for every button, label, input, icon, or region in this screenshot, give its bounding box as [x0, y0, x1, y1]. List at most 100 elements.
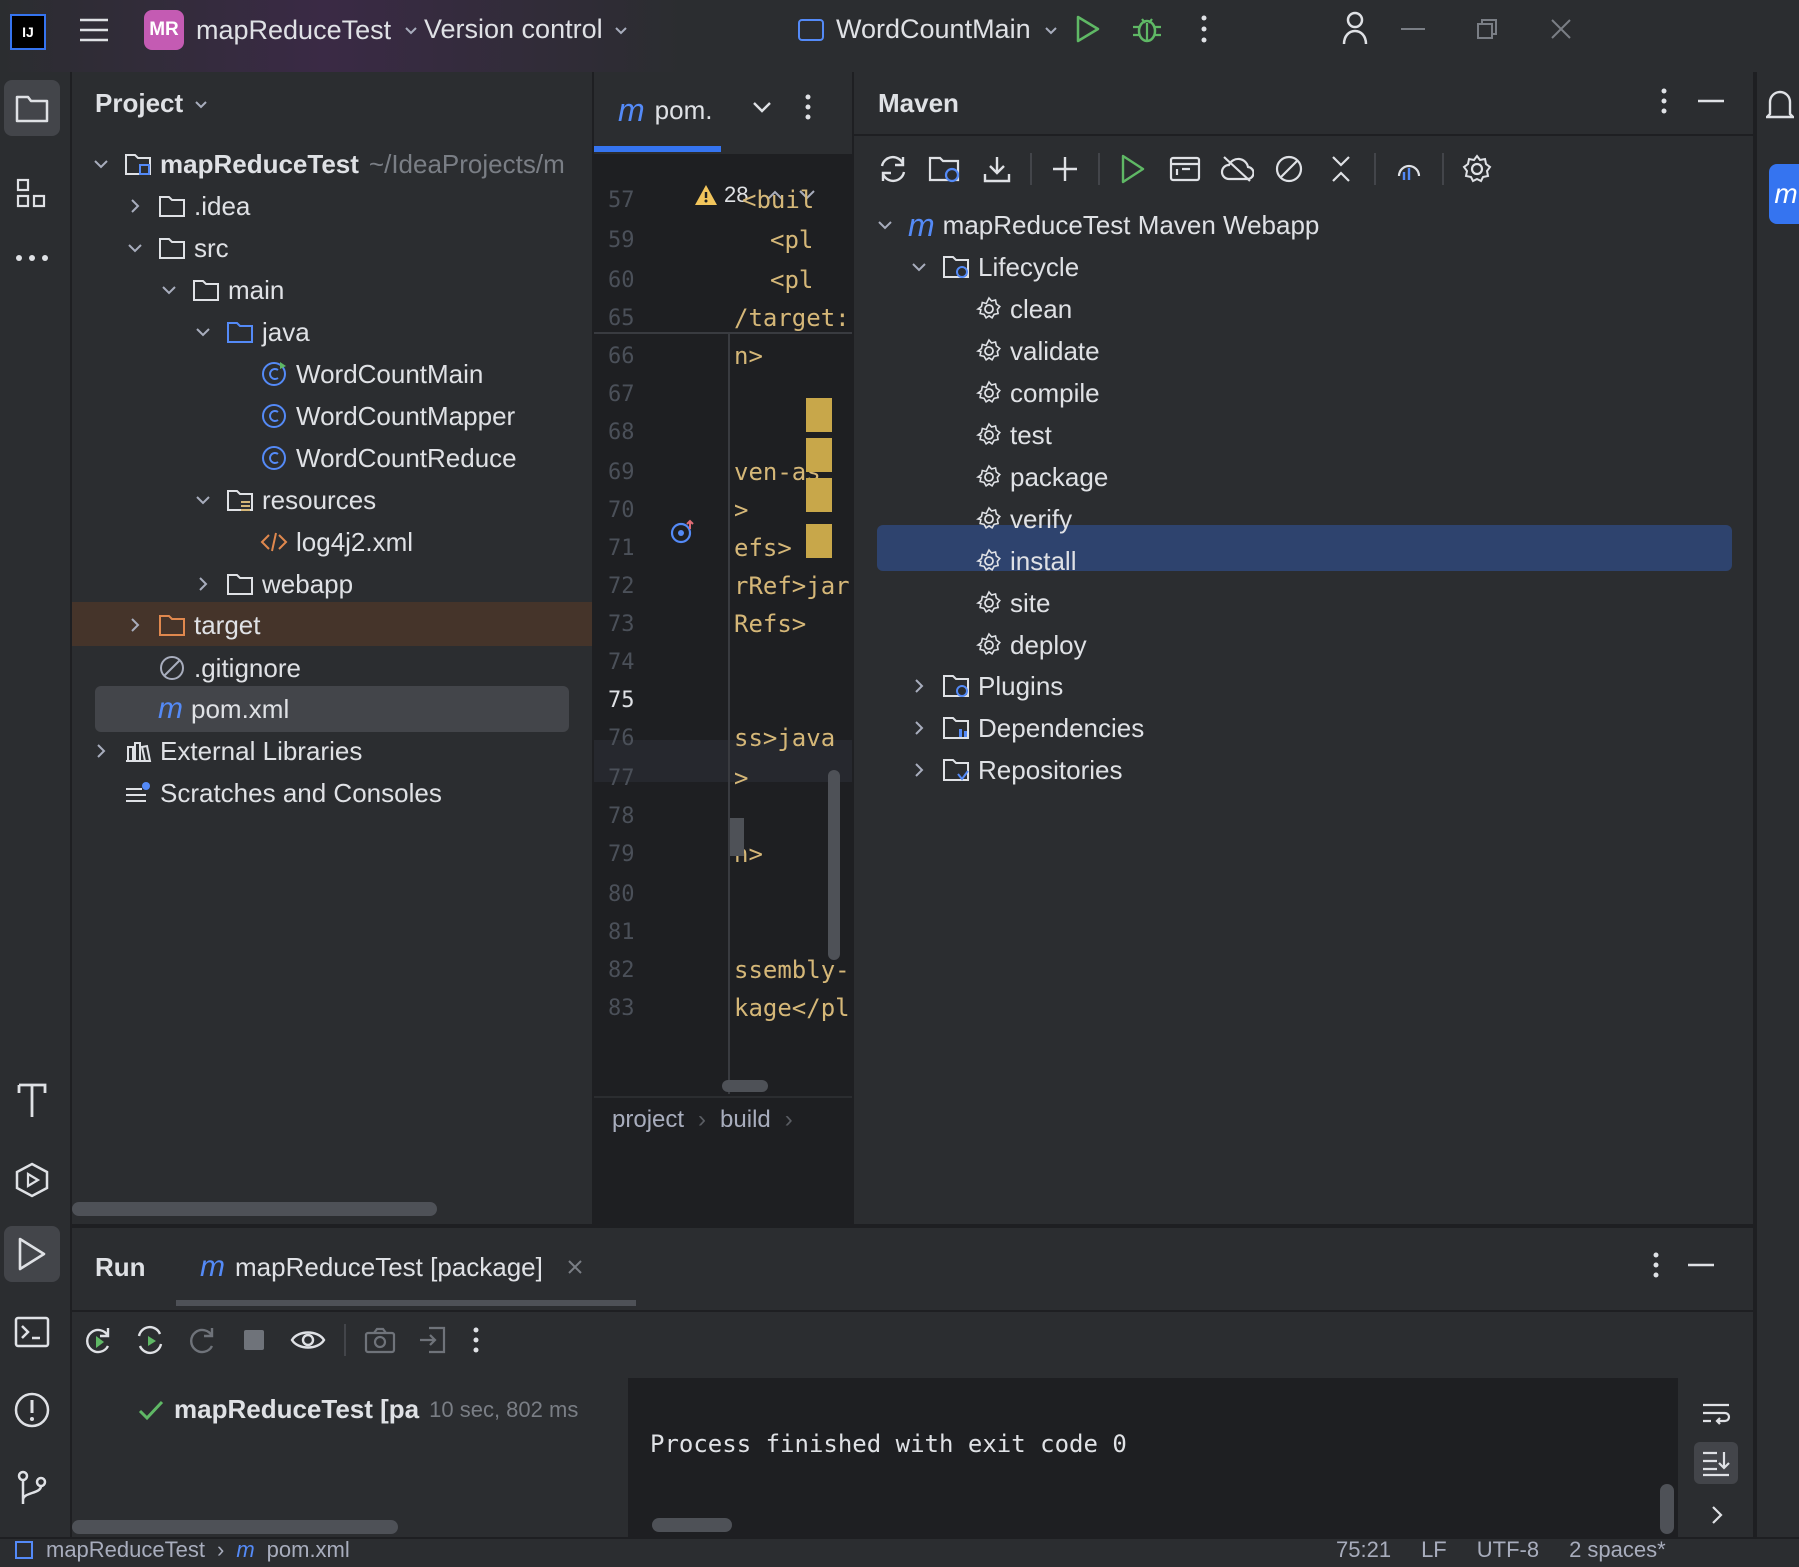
run-result-item[interactable]: mapReduceTest [pa 10 sec, 802 ms — [138, 1394, 578, 1425]
run-config-selector[interactable]: WordCountMain — [798, 14, 1059, 45]
maven-goal-item[interactable]: site — [976, 580, 1050, 626]
maven-dependencies-item[interactable]: Dependencies — [908, 705, 1144, 751]
git-tool-icon[interactable] — [10, 1466, 54, 1510]
collapse-all-icon[interactable] — [1322, 150, 1360, 188]
maven-root-item[interactable]: m mapReduceTest Maven Webapp — [874, 202, 1319, 248]
tree-item-idea[interactable]: .idea — [124, 183, 250, 229]
breadcrumb-build[interactable]: build — [720, 1106, 771, 1134]
status-breadcrumb-project[interactable]: mapReduceTest — [46, 1537, 205, 1563]
stop-icon[interactable] — [236, 1322, 272, 1358]
status-breadcrumb-file[interactable]: pom.xml — [267, 1537, 350, 1563]
tree-item-main[interactable]: main — [158, 267, 284, 313]
maven-more-icon[interactable] — [1654, 86, 1674, 116]
chevron-right-icon[interactable] — [1702, 1500, 1732, 1530]
dump-threads-icon[interactable] — [362, 1322, 398, 1358]
code-line[interactable]: <pl — [770, 226, 813, 254]
line-separator[interactable]: LF — [1421, 1537, 1447, 1563]
code-line[interactable]: > — [734, 496, 748, 524]
code-line[interactable]: <buil — [742, 186, 814, 214]
code-line[interactable]: kage</pl — [734, 994, 850, 1022]
close-tab-icon[interactable] — [567, 1259, 583, 1275]
exit-icon[interactable] — [414, 1322, 450, 1358]
project-tool-icon[interactable] — [4, 80, 60, 136]
show-output-icon[interactable] — [288, 1322, 328, 1358]
run-tree-scrollbar[interactable] — [72, 1520, 398, 1534]
reimport-folder-icon[interactable] — [926, 150, 964, 188]
run-icon[interactable] — [1072, 12, 1104, 46]
code-line[interactable]: <pl — [770, 266, 813, 294]
project-switcher[interactable]: MR mapReduceTest — [144, 10, 419, 50]
tree-item-target[interactable]: target — [124, 602, 261, 648]
tab-more-icon[interactable] — [800, 92, 816, 122]
scroll-to-end-icon[interactable] — [1694, 1442, 1738, 1484]
tree-item-root[interactable]: mapReduceTest ~/IdeaProjects/m — [90, 141, 565, 187]
vertical-scrollbar[interactable] — [828, 770, 840, 960]
tree-item-java[interactable]: java — [192, 309, 310, 355]
download-sources-icon[interactable] — [978, 150, 1016, 188]
reload-icon[interactable] — [874, 150, 912, 188]
main-menu-icon[interactable] — [78, 14, 110, 46]
maven-goal-item[interactable]: test — [976, 412, 1052, 458]
tree-item-class[interactable]: WordCountMapper — [260, 393, 515, 439]
tree-item-external-libraries[interactable]: External Libraries — [90, 728, 362, 774]
notifications-icon[interactable] — [1765, 86, 1795, 126]
skip-tests-icon[interactable] — [1270, 150, 1308, 188]
tree-item-pom[interactable]: m pom.xml — [158, 686, 289, 732]
code-line[interactable]: rRef>jar — [734, 572, 850, 600]
horizontal-scrollbar[interactable] — [72, 1202, 437, 1216]
tree-item-scratches[interactable]: Scratches and Consoles — [124, 770, 442, 816]
minimize-window-icon[interactable] — [1398, 14, 1428, 44]
tree-item-class[interactable]: WordCountMain — [260, 351, 483, 397]
editor-tab-pom[interactable]: m pom. — [618, 92, 712, 129]
execute-goal-icon[interactable] — [1166, 150, 1204, 188]
rerun-failed-icon[interactable] — [132, 1322, 168, 1358]
maven-settings-icon[interactable] — [1458, 150, 1496, 188]
maven-goal-item[interactable]: verify — [976, 496, 1072, 542]
build-tool-icon[interactable] — [10, 1078, 54, 1122]
tree-item-class[interactable]: WordCountReduce — [260, 435, 517, 481]
structure-tool-icon[interactable] — [10, 172, 54, 216]
code-line[interactable]: efs> — [734, 534, 792, 562]
maven-goal-item[interactable]: compile — [976, 370, 1100, 416]
run-tool-icon[interactable] — [4, 1226, 60, 1282]
maven-goal-item[interactable]: deploy — [976, 622, 1087, 668]
code-line[interactable]: n> — [734, 342, 763, 370]
add-project-icon[interactable] — [1046, 150, 1084, 188]
vcs-menu[interactable]: Version control — [424, 14, 629, 45]
file-encoding[interactable]: UTF-8 — [1477, 1537, 1539, 1563]
rerun-icon[interactable] — [80, 1322, 116, 1358]
hide-run-panel-icon[interactable] — [1686, 1250, 1716, 1280]
run-toolbar-more-icon[interactable] — [466, 1322, 486, 1358]
services-tool-icon[interactable] — [10, 1158, 54, 1202]
run-more-icon[interactable] — [1646, 1250, 1666, 1280]
maven-goal-item[interactable]: package — [976, 454, 1108, 500]
overriding-method-icon[interactable] — [668, 518, 698, 546]
tree-item-src[interactable]: src — [124, 225, 229, 271]
maven-lifecycle-item[interactable]: Lifecycle — [908, 244, 1079, 290]
breadcrumb-project[interactable]: project — [612, 1106, 684, 1134]
debug-icon[interactable] — [1130, 12, 1164, 46]
code-line[interactable]: Refs> — [734, 610, 806, 638]
code-line[interactable]: ssembly- — [734, 956, 850, 984]
console-scrollbar-vertical[interactable] — [1660, 1484, 1674, 1534]
maven-goal-item[interactable]: clean — [976, 286, 1072, 332]
tree-item-file[interactable]: log4j2.xml — [260, 519, 413, 565]
hide-panel-icon[interactable] — [1696, 86, 1726, 116]
indent-setting[interactable]: 2 spaces* — [1569, 1537, 1666, 1563]
maven-goal-item[interactable]: validate — [976, 328, 1100, 374]
more-actions-icon[interactable] — [1194, 12, 1214, 46]
console-scrollbar-horizontal[interactable] — [652, 1518, 732, 1532]
problems-tool-icon[interactable] — [10, 1388, 54, 1432]
maven-plugins-item[interactable]: Plugins — [908, 663, 1063, 709]
offline-mode-icon[interactable] — [1218, 150, 1256, 188]
horizontal-scrollbar[interactable] — [722, 1080, 768, 1092]
show-dependencies-icon[interactable] — [1390, 150, 1428, 188]
maven-goal-item[interactable]: install — [976, 538, 1076, 584]
toggle-rerun-icon[interactable] — [184, 1322, 220, 1358]
run-tab[interactable]: m mapReduceTest [package] — [200, 1250, 583, 1284]
restore-window-icon[interactable] — [1472, 14, 1502, 44]
tree-item-file[interactable]: .gitignore — [158, 645, 301, 691]
run-maven-build-icon[interactable] — [1114, 150, 1152, 188]
maven-tool-icon[interactable]: m — [1769, 164, 1799, 224]
code-line[interactable]: /target: — [734, 304, 850, 332]
